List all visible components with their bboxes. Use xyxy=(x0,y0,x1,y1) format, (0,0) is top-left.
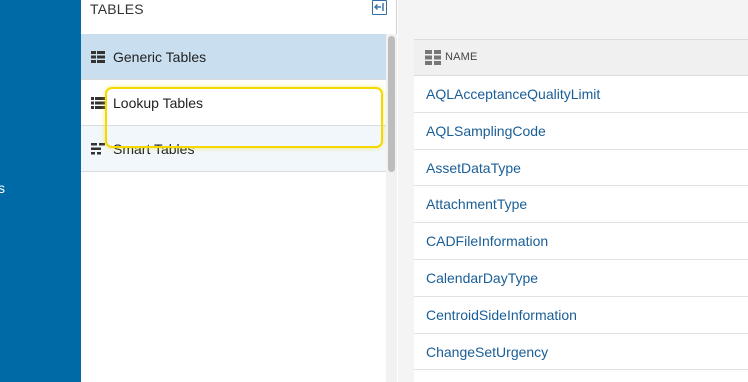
list-item-label: Lookup Tables xyxy=(113,94,204,111)
nav-partial-label[interactable]: s xyxy=(0,180,5,196)
table-row: AssetDataType xyxy=(414,150,748,187)
name-table: NAME AQLAcceptanceQualityLimit AQLSampli… xyxy=(414,39,748,382)
table-row: CADFileInformation xyxy=(414,223,748,260)
table-link[interactable]: AQLSamplingCode xyxy=(426,123,546,139)
panel-divider xyxy=(398,0,414,382)
table-header: NAME xyxy=(414,39,748,76)
table-row: ChangeSetUrgency xyxy=(414,334,748,371)
table-row: AttachmentType xyxy=(414,186,748,224)
scrollbar-thumb[interactable] xyxy=(388,36,395,172)
smart-table-icon xyxy=(91,142,105,155)
table-type-list: Generic Tables Lookup Tables Smart Table… xyxy=(81,34,386,172)
panel-scrollbar[interactable] xyxy=(386,34,397,382)
table-row: CentroidSideInformation xyxy=(414,297,748,334)
table-link[interactable]: CalendarDayType xyxy=(426,270,538,286)
panel-header: TABLES xyxy=(81,0,397,34)
table-link[interactable]: CentroidSideInformation xyxy=(426,307,577,323)
left-nav: s xyxy=(0,0,81,382)
list-item-generic-tables[interactable]: Generic Tables xyxy=(81,34,386,80)
generic-table-icon xyxy=(91,50,105,63)
list-item-smart-tables[interactable]: Smart Tables xyxy=(81,126,386,172)
table-link[interactable]: AQLAcceptanceQualityLimit xyxy=(426,86,600,102)
table-body: AQLAcceptanceQualityLimit AQLSamplingCod… xyxy=(414,76,748,371)
tables-panel: TABLES Generic Tables Lookup Tables Smar… xyxy=(81,0,397,382)
table-link[interactable]: ChangeSetUrgency xyxy=(426,344,548,360)
table-link[interactable]: AssetDataType xyxy=(426,160,521,176)
list-item-lookup-tables[interactable]: Lookup Tables xyxy=(81,80,386,126)
toolbar-area xyxy=(414,0,748,39)
table-link[interactable]: AttachmentType xyxy=(426,196,527,212)
list-icon xyxy=(91,96,105,109)
table-row: AQLSamplingCode xyxy=(414,113,748,150)
list-item-label: Generic Tables xyxy=(113,48,207,65)
panel-title: TABLES xyxy=(90,1,144,17)
collapse-panel-button[interactable] xyxy=(372,0,387,15)
table-row: CalendarDayType xyxy=(414,260,748,297)
column-header-name[interactable]: NAME xyxy=(445,51,478,63)
grid-icon xyxy=(425,50,441,70)
table-row: AQLAcceptanceQualityLimit xyxy=(414,76,748,113)
list-item-label: Smart Tables xyxy=(113,140,195,157)
table-link[interactable]: CADFileInformation xyxy=(426,233,548,249)
